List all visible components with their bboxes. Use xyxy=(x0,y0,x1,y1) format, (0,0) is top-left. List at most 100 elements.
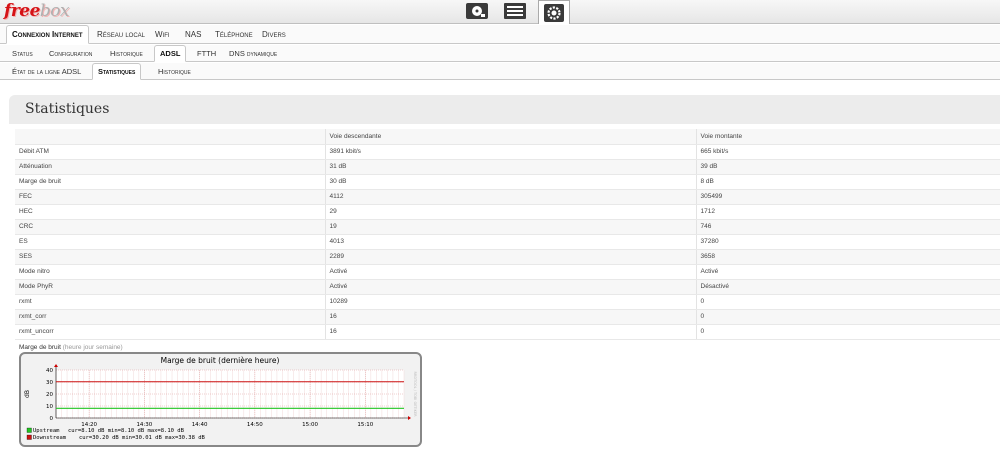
stat-name: rxmt xyxy=(15,294,325,310)
stat-upstream: Désactivé xyxy=(695,279,1000,295)
main-tabs: Connexion Internet Réseau local Wifi NAS… xyxy=(0,25,1000,44)
stat-upstream: 746 xyxy=(695,219,1000,235)
stat-downstream: Activé xyxy=(324,264,696,280)
stat-upstream: 0 xyxy=(695,294,1000,310)
graph-period-links[interactable]: (heure jour semaine) xyxy=(63,344,123,351)
stat-name: rxmt_corr xyxy=(15,309,325,325)
stat-upstream: 39 dB xyxy=(695,159,1000,175)
top-icon-bar xyxy=(462,0,570,24)
stat-downstream: 29 xyxy=(324,204,696,220)
table-row: rxmt 10289 0 xyxy=(15,294,1000,310)
x-tick-label: 15:10 xyxy=(357,422,373,428)
legend-stats: cur=8.10 dB min=8.10 dB max=8.10 dB xyxy=(68,428,185,434)
tab-historique-adsl[interactable]: Historique xyxy=(158,63,191,79)
tab-reseau-local[interactable]: Réseau local xyxy=(97,25,145,43)
download-icon[interactable] xyxy=(462,0,492,22)
stat-upstream: 305499 xyxy=(695,189,1000,205)
y-axis-label: dB xyxy=(24,390,31,398)
chart-svg: Marge de bruit (dernière heure) 0 10 20 30 40… xyxy=(24,356,417,441)
tab-ftth[interactable]: FTTH xyxy=(197,45,216,61)
top-bar: freebox xyxy=(0,0,1000,24)
stat-name: HEC xyxy=(15,204,325,220)
tab-configuration[interactable]: Configuration xyxy=(49,45,92,61)
stat-downstream: 31 dB xyxy=(324,159,696,175)
stat-upstream: 0 xyxy=(695,324,1000,340)
table-row: rxmt_corr 16 0 xyxy=(15,309,1000,325)
y-axis-arrow xyxy=(54,364,58,367)
legend-stats: cur=30.20 dB min=30.01 dB max=30.38 dB xyxy=(79,435,206,441)
chart-title: Marge de bruit (dernière heure) xyxy=(161,356,280,365)
list-icon[interactable] xyxy=(500,0,530,22)
watermark-text: RRDTOOL / TOBI OETIKER xyxy=(413,371,417,417)
stat-name: Mode PhyR xyxy=(15,279,325,295)
y-tick-label: 40 xyxy=(46,368,53,374)
stat-upstream: 0 xyxy=(695,309,1000,325)
table-row: HEC 29 1712 xyxy=(15,204,1000,220)
page-title: Statistiques xyxy=(25,101,110,117)
stat-upstream: 665 kbit/s xyxy=(695,144,1000,160)
stat-upstream: Activé xyxy=(695,264,1000,280)
stat-downstream: 16 xyxy=(324,309,696,325)
table-row: ES 4013 37280 xyxy=(15,234,1000,250)
stat-name: rxmt_uncorr xyxy=(15,324,325,340)
logo-suffix: box xyxy=(39,1,70,21)
stat-downstream: Activé xyxy=(324,279,696,295)
tab-adsl[interactable]: ADSL xyxy=(154,45,187,62)
legend-swatch xyxy=(26,427,32,433)
stats-table: Voie descendante Voie montante Débit ATM 38… xyxy=(15,129,1000,340)
stat-upstream: 37280 xyxy=(695,234,1000,250)
stat-upstream: 8 dB xyxy=(695,174,1000,190)
tab-nas[interactable]: NAS xyxy=(185,25,201,43)
tab-historique[interactable]: Historique xyxy=(110,45,143,61)
tab-etat-ligne-adsl[interactable]: État de la ligne ADSL xyxy=(12,63,81,79)
column-header xyxy=(15,129,325,145)
table-row: Atténuation 31 dB 39 dB xyxy=(15,159,1000,175)
stat-downstream: 2289 xyxy=(324,249,696,265)
section-header: Statistiques xyxy=(9,95,1000,124)
y-tick-label: 10 xyxy=(46,404,53,410)
settings-icon[interactable] xyxy=(538,0,570,24)
column-header: Voie montante xyxy=(695,129,1000,145)
noise-margin-graph: Marge de bruit (dernière heure) 0 10 20 30 40… xyxy=(19,352,422,447)
stat-downstream: 30 dB xyxy=(324,174,696,190)
legend-label: Downstream xyxy=(33,435,67,441)
adsl-tabs: État de la ligne ADSL Statistiques Histo… xyxy=(0,63,1000,80)
column-header: Voie descendante xyxy=(324,129,696,145)
freebox-logo[interactable]: freebox xyxy=(4,1,70,21)
x-tick-label: 14:50 xyxy=(247,422,263,428)
x-tick-label: 15:00 xyxy=(302,422,318,428)
stat-name: ES xyxy=(15,234,325,250)
tab-telephone[interactable]: Téléphone xyxy=(215,25,253,43)
stat-downstream: 3891 kbit/s xyxy=(324,144,696,160)
stat-name: Marge de bruit xyxy=(15,174,325,190)
stat-downstream: 4013 xyxy=(324,234,696,250)
table-row: rxmt_uncorr 16 0 xyxy=(15,324,1000,340)
y-tick-label: 0 xyxy=(50,416,54,422)
stat-downstream: 16 xyxy=(324,324,696,340)
tab-statistiques[interactable]: Statistiques xyxy=(92,63,142,80)
logo-main: free xyxy=(4,1,40,21)
stat-downstream: 4112 xyxy=(324,189,696,205)
stat-name: CRC xyxy=(15,219,325,235)
table-row: Marge de bruit 30 dB 8 dB xyxy=(15,174,1000,190)
stat-name: SES xyxy=(15,249,325,265)
tab-status[interactable]: Status xyxy=(12,45,33,61)
tab-divers[interactable]: Divers xyxy=(262,25,286,43)
table-row: Débit ATM 3891 kbit/s 665 kbit/s xyxy=(15,144,1000,160)
table-row: CRC 19 746 xyxy=(15,219,1000,235)
y-tick-label: 20 xyxy=(46,392,53,398)
x-axis-arrow xyxy=(408,416,411,420)
stat-downstream: 19 xyxy=(324,219,696,235)
x-tick-label: 14:40 xyxy=(192,422,208,428)
table-row: Mode PhyR Activé Désactivé xyxy=(15,279,1000,295)
stat-name: Atténuation xyxy=(15,159,325,175)
stat-upstream: 1712 xyxy=(695,204,1000,220)
legend-swatch xyxy=(26,434,32,440)
stat-upstream: 3658 xyxy=(695,249,1000,265)
sub-tabs: Status Configuration Historique ADSL FTT… xyxy=(0,45,1000,62)
tab-connexion-internet[interactable]: Connexion Internet xyxy=(6,25,89,44)
tab-dns-dynamique[interactable]: DNS dynamique xyxy=(229,45,277,61)
tab-wifi[interactable]: Wifi xyxy=(155,25,170,43)
table-row: SES 2289 3658 xyxy=(15,249,1000,265)
stat-name: FEC xyxy=(15,189,325,205)
